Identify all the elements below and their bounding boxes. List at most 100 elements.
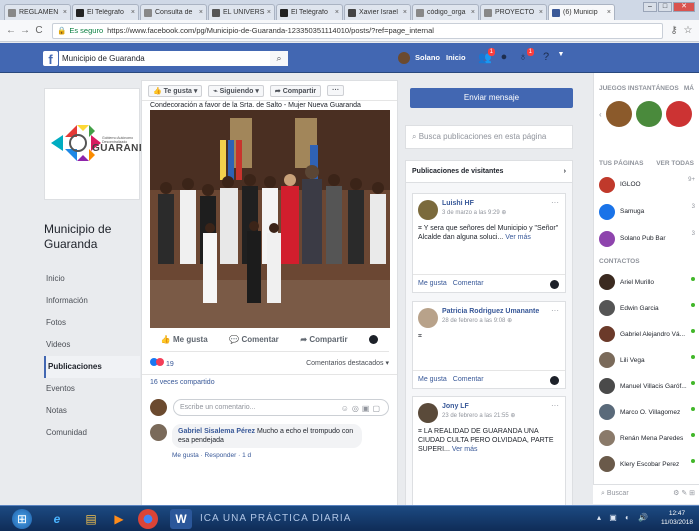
visitor-posts-header[interactable]: Publicaciones de visitantes › bbox=[406, 161, 572, 183]
share-page-button[interactable]: ➦ Compartir bbox=[269, 84, 322, 97]
file-explorer-icon[interactable]: ▤ bbox=[80, 509, 102, 529]
page-nav-item[interactable]: Eventos bbox=[44, 378, 140, 400]
page-nav-item[interactable]: Información bbox=[44, 290, 140, 312]
tab-close-icon[interactable]: × bbox=[539, 9, 543, 16]
contact-item[interactable]: Klery Escobar Perez bbox=[594, 451, 699, 477]
browser-tab[interactable]: Consulta de × bbox=[140, 4, 207, 20]
visitor-like-link[interactable]: Me gusta bbox=[418, 376, 447, 383]
chat-settings-icons[interactable]: ⚙ ✎ ⊞ bbox=[673, 485, 695, 503]
visitor-post-date[interactable]: 28 de febrero a las 9:08 ⊕ bbox=[442, 317, 539, 324]
comment-input[interactable]: Escribe un comentario... ☺◎▣▢ bbox=[173, 398, 389, 416]
minimize-button[interactable]: – bbox=[643, 2, 657, 12]
chrome-icon[interactable] bbox=[138, 509, 158, 529]
browser-tab[interactable]: (6) Municip × bbox=[548, 4, 615, 20]
game-thumbnail[interactable] bbox=[605, 101, 632, 127]
page-shortcut[interactable]: Solano Pub Bar 3 bbox=[594, 225, 699, 252]
contact-item[interactable]: Manuel Villacis Garóf... bbox=[594, 373, 699, 399]
see-more-link[interactable]: Ver más bbox=[452, 446, 478, 453]
back-icon[interactable]: ← bbox=[4, 25, 18, 36]
page-nav-item[interactable]: Notas bbox=[44, 400, 140, 422]
contact-item[interactable]: Marco O. Villagomez bbox=[594, 399, 699, 425]
visitor-author[interactable]: Luishi HF bbox=[442, 200, 506, 207]
tab-close-icon[interactable]: × bbox=[199, 9, 203, 16]
post-as-avatar[interactable] bbox=[369, 335, 379, 344]
tab-close-icon[interactable]: × bbox=[131, 9, 135, 16]
page-shortcut[interactable]: IGLOO 9+ bbox=[594, 171, 699, 198]
see-more-link[interactable]: Ver más bbox=[505, 234, 531, 241]
messages-icon[interactable]: ● bbox=[498, 51, 510, 63]
word-icon[interactable]: W bbox=[170, 509, 192, 529]
post-options-icon[interactable]: ··· bbox=[551, 198, 559, 207]
browser-tab[interactable]: PROYECTO × bbox=[480, 4, 547, 20]
post-as-avatar[interactable] bbox=[550, 376, 559, 385]
contact-item[interactable]: Lili Vega bbox=[594, 347, 699, 373]
contact-item[interactable]: Gabriel Alejandro Vá... bbox=[594, 321, 699, 347]
tab-close-icon[interactable]: × bbox=[471, 9, 475, 16]
comment-attachment-icons[interactable]: ☺◎▣▢ bbox=[341, 401, 383, 416]
page-profile-picture[interactable]: Gobierno Autónomo Descentralizado GUARAN… bbox=[44, 88, 154, 200]
send-message-button[interactable]: Enviar mensaje bbox=[410, 88, 573, 108]
profile-link[interactable]: Solano bbox=[415, 53, 440, 62]
reactions-summary[interactable]: 19 bbox=[150, 358, 174, 368]
tab-close-icon[interactable]: × bbox=[267, 9, 271, 16]
visitor-comment-link[interactable]: Comentar bbox=[453, 376, 484, 383]
browser-tab[interactable]: código_orga × bbox=[412, 4, 479, 20]
post-options-icon[interactable]: ··· bbox=[551, 401, 559, 410]
start-button-icon[interactable]: ⊞ bbox=[12, 509, 32, 529]
see-all-pages-link[interactable]: VER TODAS bbox=[656, 160, 694, 167]
page-post-search-input[interactable]: ⌕ Busca publicaciones en esta página bbox=[405, 125, 573, 149]
system-tray-icons[interactable]: ▴ ▣ ◐ 🔊 bbox=[597, 513, 651, 522]
post-options-icon[interactable]: ··· bbox=[551, 306, 559, 315]
reload-icon[interactable]: C bbox=[32, 25, 46, 36]
visitor-author[interactable]: Patricia Rodriguez Umanante bbox=[442, 308, 539, 315]
visitor-post-date[interactable]: 3 de marzo a las 9:29 ⊕ bbox=[442, 209, 506, 216]
post-photo[interactable] bbox=[150, 110, 390, 328]
url-field[interactable]: 🔒 Es seguro https://www.facebook.com/pg/… bbox=[52, 22, 663, 39]
friend-requests-icon[interactable]: 👥 1 bbox=[478, 48, 495, 64]
star-icon[interactable]: ☆ bbox=[681, 25, 695, 36]
page-nav-item[interactable]: Inicio bbox=[44, 268, 140, 290]
chevron-right-icon[interactable]: › bbox=[564, 168, 566, 175]
post-share-button[interactable]: ➦ Compartir bbox=[300, 335, 347, 344]
tab-close-icon[interactable]: × bbox=[335, 9, 339, 16]
visitor-avatar[interactable] bbox=[418, 200, 438, 220]
search-icon[interactable]: ⌕ bbox=[270, 51, 288, 66]
tab-close-icon[interactable]: × bbox=[63, 9, 67, 16]
comment-author[interactable]: Gabriel Sisalema Pérez bbox=[178, 428, 255, 435]
page-nav-item[interactable]: Publicaciones bbox=[44, 356, 140, 378]
comment-author-avatar[interactable] bbox=[150, 424, 167, 441]
internet-explorer-icon[interactable]: e bbox=[46, 509, 68, 529]
close-window-button[interactable]: ✕ bbox=[673, 2, 695, 12]
account-menu-icon[interactable]: ▼ bbox=[555, 51, 567, 63]
visitor-avatar[interactable] bbox=[418, 403, 438, 423]
facebook-logo-icon[interactable]: f bbox=[43, 51, 58, 67]
page-nav-item[interactable]: Comunidad bbox=[44, 422, 140, 444]
key-icon[interactable]: ⚷ bbox=[667, 25, 681, 36]
maximize-button[interactable]: □ bbox=[658, 2, 672, 12]
comment-meta[interactable]: Me gusta · Responder · 1 d bbox=[172, 452, 397, 459]
browser-tab[interactable]: EL UNIVERS × bbox=[208, 4, 275, 20]
contact-item[interactable]: Ariel Murillo bbox=[594, 269, 699, 295]
browser-tab[interactable]: El Telégrafo × bbox=[72, 4, 139, 20]
page-shortcut[interactable]: Samuga 3 bbox=[594, 198, 699, 225]
tab-close-icon[interactable]: × bbox=[403, 9, 407, 16]
browser-tab[interactable]: REGLAMEN × bbox=[4, 4, 71, 20]
facebook-search-input[interactable]: Municipio de Guaranda bbox=[59, 51, 288, 66]
system-clock[interactable]: 12:47 11/03/2018 bbox=[661, 509, 693, 527]
following-button[interactable]: ⌁ Siguiendo ▾ bbox=[208, 84, 264, 97]
notifications-icon[interactable]: ♁ 1 bbox=[517, 48, 534, 63]
post-as-avatar[interactable] bbox=[550, 280, 559, 289]
game-thumbnail[interactable] bbox=[665, 101, 692, 127]
home-link[interactable]: Inicio bbox=[446, 53, 466, 62]
page-nav-item[interactable]: Fotos bbox=[44, 312, 140, 334]
media-player-icon[interactable]: ▶ bbox=[108, 509, 130, 529]
game-thumbnail[interactable] bbox=[635, 101, 662, 127]
forward-icon[interactable]: → bbox=[18, 25, 32, 36]
like-page-button[interactable]: 👍 Te gusta ▾ bbox=[148, 84, 203, 97]
more-options-button[interactable]: ··· bbox=[327, 85, 345, 96]
page-nav-item[interactable]: Videos bbox=[44, 334, 140, 356]
post-comment-button[interactable]: 💬 Comentar bbox=[229, 335, 279, 344]
visitor-like-link[interactable]: Me gusta bbox=[418, 280, 447, 287]
comments-filter-dropdown[interactable]: Comentarios destacados ▾ bbox=[306, 359, 389, 367]
help-icon[interactable]: ? bbox=[540, 51, 552, 63]
